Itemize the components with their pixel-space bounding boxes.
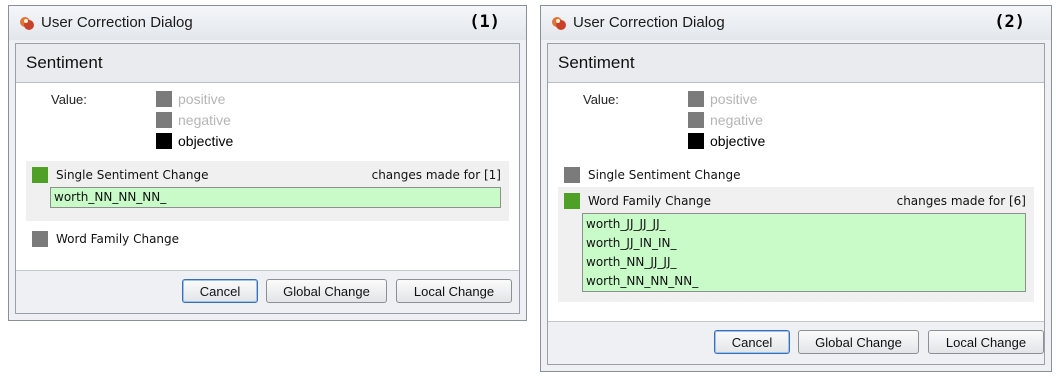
- user-correction-dialog-2: User Correction Dialog (2) Sentiment Val…: [540, 5, 1052, 372]
- negative-swatch-icon: [688, 112, 704, 128]
- word-family-change-section: Word Family Change changes made for [6] …: [558, 187, 1034, 302]
- selected-indicator-icon: [32, 167, 48, 183]
- objective-swatch-icon: [156, 133, 172, 149]
- title-bar[interactable]: User Correction Dialog (2): [541, 6, 1051, 40]
- cancel-button[interactable]: Cancel: [182, 279, 258, 303]
- unselected-indicator-icon: [32, 231, 48, 247]
- header-title: Sentiment: [558, 53, 635, 72]
- list-item: worth_NN_NN_NN_: [54, 190, 167, 204]
- word-family-change-toggle[interactable]: Word Family Change changes made for [6]: [564, 193, 1026, 209]
- local-change-button[interactable]: Local Change: [928, 330, 1044, 354]
- option-label: objective: [178, 133, 234, 149]
- panel-number: (1): [469, 12, 500, 32]
- option-objective[interactable]: objective: [688, 133, 765, 149]
- positive-swatch-icon: [688, 91, 704, 107]
- list-item: worth_NN_JJ_JJ_: [586, 255, 677, 269]
- single-sentiment-change-toggle[interactable]: Single Sentiment Change changes made for…: [32, 167, 501, 183]
- button-bar: Cancel Global Change Local Change: [16, 270, 519, 313]
- list-item: worth_NN_NN_NN_: [586, 274, 699, 288]
- selected-indicator-icon: [564, 193, 580, 209]
- negative-swatch-icon: [156, 112, 172, 128]
- option-label: positive: [178, 91, 226, 107]
- global-change-button[interactable]: Global Change: [798, 330, 919, 354]
- section-header: Sentiment: [16, 44, 519, 83]
- word-family-change-label: Word Family Change: [56, 232, 180, 246]
- value-label: Value:: [583, 92, 619, 107]
- header-title: Sentiment: [26, 53, 103, 72]
- option-negative[interactable]: negative: [688, 112, 763, 128]
- positive-swatch-icon: [156, 91, 172, 107]
- user-correction-dialog-1: User Correction Dialog (1) Sentiment Val…: [8, 5, 527, 321]
- option-objective[interactable]: objective: [156, 133, 233, 149]
- list-item: worth_JJ_JJ_JJ_: [586, 217, 666, 231]
- option-label: positive: [710, 91, 758, 107]
- local-change-button[interactable]: Local Change: [396, 279, 512, 303]
- word-family-change-section: Word Family Change: [26, 225, 509, 251]
- option-negative[interactable]: negative: [156, 112, 231, 128]
- single-sentiment-change-label: Single Sentiment Change: [56, 168, 209, 182]
- option-positive[interactable]: positive: [156, 91, 225, 107]
- window-title: User Correction Dialog: [41, 14, 193, 31]
- word-family-change-label: Word Family Change: [588, 194, 712, 208]
- word-list[interactable]: worth_JJ_JJ_JJ_ worth_JJ_IN_IN_ worth_NN…: [582, 213, 1026, 292]
- panel-number: (2): [994, 12, 1025, 32]
- list-item: worth_JJ_IN_IN_: [586, 236, 677, 250]
- window-title: User Correction Dialog: [573, 14, 725, 31]
- option-label: objective: [710, 133, 766, 149]
- single-sentiment-change-label: Single Sentiment Change: [588, 168, 741, 182]
- section-header: Sentiment: [548, 44, 1044, 83]
- changes-made-text: changes made for [1]: [371, 168, 501, 182]
- app-icon: [20, 17, 34, 30]
- option-label: negative: [178, 112, 231, 128]
- unselected-indicator-icon: [564, 167, 580, 183]
- single-sentiment-change-section: Single Sentiment Change: [558, 161, 1034, 187]
- word-family-change-toggle[interactable]: Word Family Change: [32, 231, 501, 247]
- objective-swatch-icon: [688, 133, 704, 149]
- button-bar: Cancel Global Change Local Change: [548, 321, 1044, 364]
- single-sentiment-change-toggle[interactable]: Single Sentiment Change: [564, 167, 1026, 183]
- title-bar[interactable]: User Correction Dialog (1): [9, 6, 526, 40]
- word-list[interactable]: worth_NN_NN_NN_: [50, 187, 501, 208]
- dialog-content: Sentiment Value: positive negative objec…: [547, 43, 1045, 365]
- changes-made-text: changes made for [6]: [896, 194, 1026, 208]
- app-icon: [552, 17, 566, 30]
- cancel-button[interactable]: Cancel: [714, 330, 790, 354]
- single-sentiment-change-section: Single Sentiment Change changes made for…: [26, 161, 509, 221]
- global-change-button[interactable]: Global Change: [266, 279, 387, 303]
- option-positive[interactable]: positive: [688, 91, 757, 107]
- dialog-content: Sentiment Value: positive negative objec…: [15, 43, 520, 314]
- value-label: Value:: [51, 92, 87, 107]
- option-label: negative: [710, 112, 763, 128]
